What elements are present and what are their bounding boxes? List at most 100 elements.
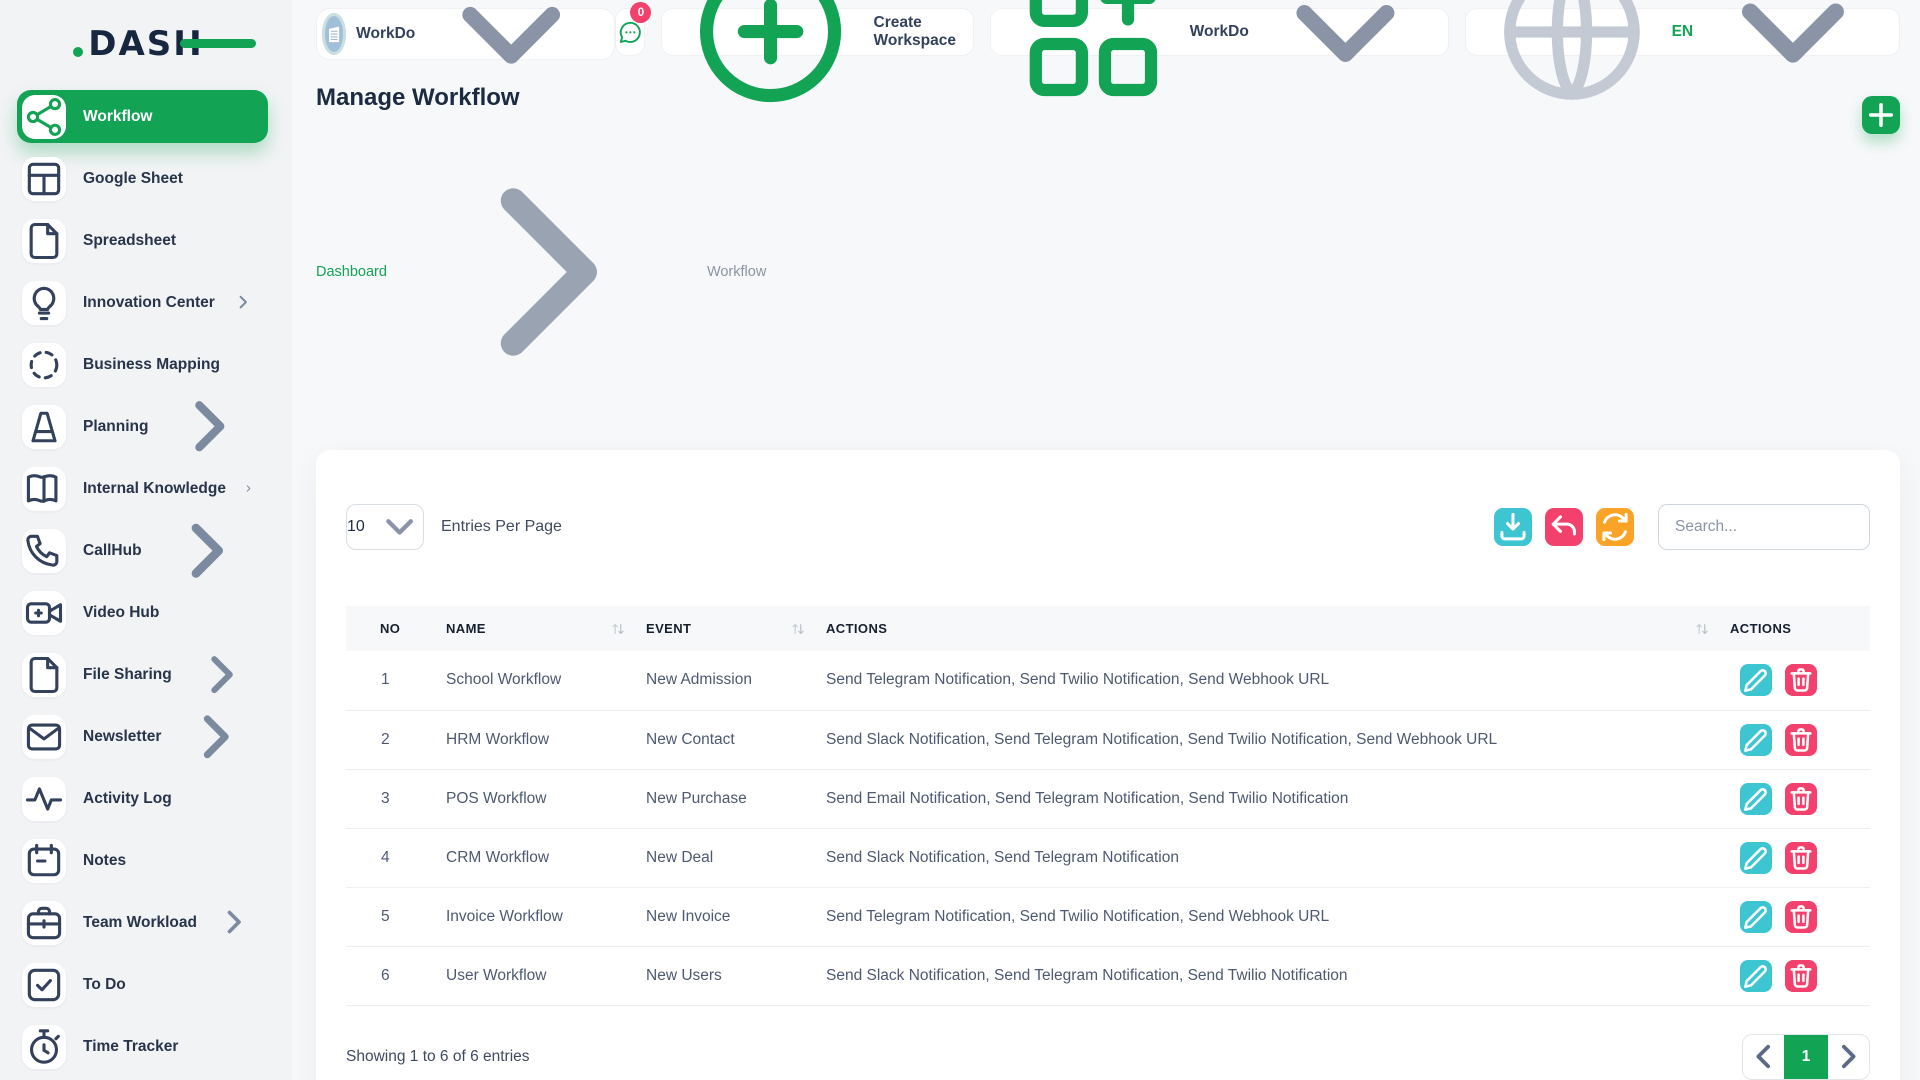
sort-icon[interactable] bbox=[1694, 621, 1710, 637]
edit-button[interactable] bbox=[1740, 664, 1772, 696]
refresh-button[interactable] bbox=[1596, 508, 1634, 546]
sidebar-item-label: File Sharing bbox=[83, 666, 172, 684]
current-page-button[interactable]: 1 bbox=[1784, 1035, 1828, 1079]
cell-event: New Admission bbox=[636, 651, 816, 710]
edit-button[interactable] bbox=[1740, 783, 1772, 815]
column-header-actions-3[interactable]: ACTIONS bbox=[826, 621, 887, 636]
trash-icon bbox=[1785, 842, 1817, 874]
cell-event: New Invoice bbox=[636, 887, 816, 946]
cell-no: 2 bbox=[346, 710, 436, 769]
delete-button[interactable] bbox=[1785, 664, 1817, 696]
sidebar-item-planning[interactable]: Planning bbox=[17, 400, 268, 453]
column-header-name-1[interactable]: NAME bbox=[446, 621, 486, 636]
table-row: 3 POS Workflow New Purchase Send Email N… bbox=[346, 769, 1870, 828]
download-icon bbox=[1494, 508, 1532, 546]
cell-name: HRM Workflow bbox=[436, 710, 636, 769]
sidebar-item-notes[interactable]: Notes bbox=[17, 834, 268, 887]
sidebar-item-activity-log[interactable]: Activity Log bbox=[17, 772, 268, 825]
sidebar-item-time-tracker[interactable]: Time Tracker bbox=[17, 1020, 268, 1073]
pencil-icon bbox=[1740, 783, 1772, 815]
next-page-button[interactable] bbox=[1828, 1035, 1869, 1079]
workflow-card: 10 Entries Per Page NO NAME EVENT ACTIONS AC… bbox=[316, 450, 1900, 1080]
cell-event: New Users bbox=[636, 946, 816, 1005]
workspace-switcher[interactable]: WorkDo bbox=[316, 8, 615, 60]
cell-name: School Workflow bbox=[436, 651, 636, 710]
row-actions bbox=[1730, 960, 1860, 992]
cell-actions: Send Slack Notification, Send Telegram N… bbox=[816, 946, 1720, 1005]
cell-no: 5 bbox=[346, 887, 436, 946]
sidebar-item-callhub[interactable]: CallHub bbox=[17, 524, 268, 577]
chevron-right-icon bbox=[243, 483, 254, 494]
sidebar-item-label: Planning bbox=[83, 418, 148, 436]
table-footer: Showing 1 to 6 of 6 entries 1 bbox=[346, 1034, 1870, 1080]
phone-icon bbox=[22, 529, 66, 573]
entries-per-page-value: 10 bbox=[347, 518, 365, 536]
chevron-right-icon bbox=[178, 699, 254, 775]
sidebar-item-spreadsheet[interactable]: Spreadsheet bbox=[17, 214, 268, 267]
sidebar-item-label: Video Hub bbox=[83, 604, 254, 622]
messages-button[interactable]: 0 bbox=[615, 8, 646, 56]
book-icon bbox=[22, 467, 66, 511]
trash-icon bbox=[1785, 664, 1817, 696]
sort-icon[interactable] bbox=[790, 621, 806, 637]
sidebar-item-label: Team Workload bbox=[83, 914, 197, 932]
column-header-event-2[interactable]: EVENT bbox=[646, 621, 691, 636]
workdo-menu-button[interactable]: WorkDo bbox=[990, 8, 1449, 56]
previous-page-button[interactable] bbox=[1743, 1035, 1784, 1079]
main-area: WorkDo 0 Create Workspace WorkDo EN bbox=[292, 0, 1920, 1080]
sidebar-item-file-sharing[interactable]: File Sharing bbox=[17, 648, 268, 701]
edit-button[interactable] bbox=[1740, 724, 1772, 756]
row-actions bbox=[1730, 664, 1860, 696]
breadcrumb: Dashboard Workflow bbox=[316, 122, 766, 422]
sidebar-item-innovation-center[interactable]: Innovation Center bbox=[17, 276, 268, 329]
edit-button[interactable] bbox=[1740, 842, 1772, 874]
cell-no: 4 bbox=[346, 828, 436, 887]
delete-button[interactable] bbox=[1785, 842, 1817, 874]
delete-button[interactable] bbox=[1785, 960, 1817, 992]
delete-button[interactable] bbox=[1785, 724, 1817, 756]
sidebar-item-workflow[interactable]: Workflow bbox=[17, 90, 268, 143]
workflow-table-head-row: NO NAME EVENT ACTIONS ACTIONS bbox=[346, 606, 1870, 651]
trash-icon bbox=[1785, 960, 1817, 992]
brand-logo[interactable]: DASH bbox=[0, 22, 292, 66]
row-actions bbox=[1730, 783, 1860, 815]
row-actions bbox=[1730, 901, 1860, 933]
table-row: 2 HRM Workflow New Contact Send Slack No… bbox=[346, 710, 1870, 769]
cell-event: New Contact bbox=[636, 710, 816, 769]
sidebar-item-label: Google Sheet bbox=[83, 170, 254, 188]
trash-icon bbox=[1785, 901, 1817, 933]
search-input[interactable] bbox=[1658, 504, 1870, 550]
notebook-calendar-icon bbox=[22, 839, 66, 883]
column-header-actions-4: ACTIONS bbox=[1730, 621, 1791, 636]
cell-event: New Deal bbox=[636, 828, 816, 887]
brand-logo-text: DASH bbox=[88, 24, 203, 64]
breadcrumb-dashboard-link[interactable]: Dashboard bbox=[316, 264, 387, 280]
delete-button[interactable] bbox=[1785, 901, 1817, 933]
sort-icon[interactable] bbox=[610, 621, 626, 637]
sidebar-item-newsletter[interactable]: Newsletter bbox=[17, 710, 268, 763]
sidebar-item-label: To Do bbox=[83, 976, 254, 994]
sidebar-item-video-hub[interactable]: Video Hub bbox=[17, 586, 268, 639]
reset-button[interactable] bbox=[1545, 508, 1583, 546]
entries-per-page-select[interactable]: 10 bbox=[346, 504, 424, 550]
sidebar-item-team-workload[interactable]: Team Workload bbox=[17, 896, 268, 949]
create-workspace-button[interactable]: Create Workspace bbox=[661, 8, 973, 56]
delete-button[interactable] bbox=[1785, 783, 1817, 815]
cell-name: POS Workflow bbox=[436, 769, 636, 828]
cell-event: New Purchase bbox=[636, 769, 816, 828]
export-button[interactable] bbox=[1494, 508, 1532, 546]
document-icon bbox=[22, 219, 66, 263]
sidebar-item-to-do[interactable]: To Do bbox=[17, 958, 268, 1011]
briefcase-calendar-icon bbox=[22, 901, 66, 945]
edit-button[interactable] bbox=[1740, 960, 1772, 992]
building-icon bbox=[322, 22, 346, 46]
add-workflow-button[interactable] bbox=[1862, 96, 1900, 134]
table-row: 5 Invoice Workflow New Invoice Send Tele… bbox=[346, 887, 1870, 946]
column-header-no-0: NO bbox=[380, 621, 400, 636]
sidebar-item-google-sheet[interactable]: Google Sheet bbox=[17, 152, 268, 205]
cell-actions: Send Telegram Notification, Send Twilio … bbox=[816, 887, 1720, 946]
language-selector[interactable]: EN bbox=[1465, 8, 1900, 56]
edit-button[interactable] bbox=[1740, 901, 1772, 933]
table-toolbar: 10 Entries Per Page bbox=[346, 504, 1870, 550]
video-camera-icon bbox=[22, 591, 66, 635]
